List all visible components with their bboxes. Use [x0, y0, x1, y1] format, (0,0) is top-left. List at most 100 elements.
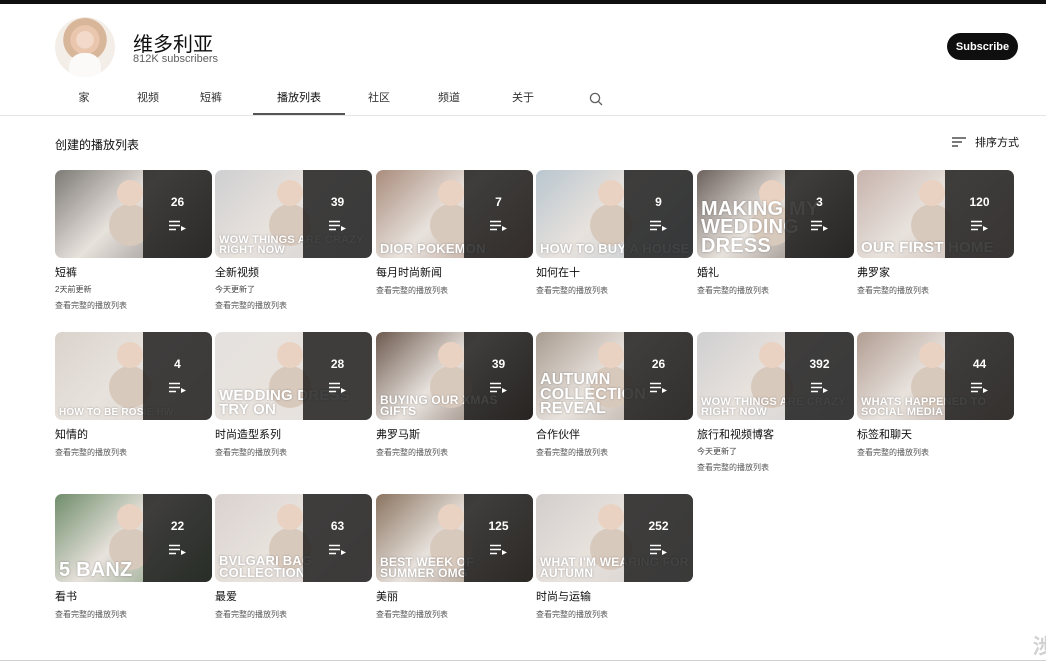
- tab-videos[interactable]: 视频: [113, 84, 183, 115]
- tab-channels[interactable]: 频道: [413, 84, 485, 115]
- thumbnail-person: [438, 180, 464, 206]
- playlist-thumbnail[interactable]: WHATS HAPPENED TO SOCIAL MEDIA 44: [857, 332, 1014, 420]
- playlist-icon: [490, 544, 507, 555]
- playlist-title[interactable]: 短裤: [55, 264, 212, 280]
- playlist-thumbnail[interactable]: BUYING OUR XMAS GIFTS 39: [376, 332, 533, 420]
- playlist-card[interactable]: DIOR POKEMON 7 每月时尚新闻查看完整的播放列表: [376, 170, 533, 296]
- playlist-icon: [490, 220, 507, 231]
- playlist-card[interactable]: BVLGARI BAG COLLECTION 63 最爱查看完整的播放列表: [215, 494, 372, 620]
- playlist-title[interactable]: 合作伙伴: [536, 426, 693, 442]
- playlist-card[interactable]: BEST WEEK OF SUMMER OMG 125 美丽查看完整的播放列表: [376, 494, 533, 620]
- thumbnail-person: [438, 342, 464, 368]
- playlist-title[interactable]: 时尚与运输: [536, 588, 693, 604]
- sort-label: 排序方式: [975, 137, 1019, 149]
- avatar[interactable]: [55, 17, 115, 77]
- playlist-card[interactable]: WHATS HAPPENED TO SOCIAL MEDIA 44 标签和聊天查看完…: [857, 332, 1014, 458]
- playlist-title[interactable]: 美丽: [376, 588, 533, 604]
- view-full-playlist-link[interactable]: 查看完整的播放列表: [55, 447, 212, 458]
- view-full-playlist-link[interactable]: 查看完整的播放列表: [215, 609, 372, 620]
- video-count: 39: [491, 357, 506, 371]
- playlist-card[interactable]: AUTUMN COLLECTION REVEAL 26 合作伙伴查看完整的播放列表: [536, 332, 693, 458]
- thumbnail-person: [598, 504, 624, 530]
- thumbnail-person: [117, 342, 143, 368]
- playlist-icon: [329, 220, 346, 231]
- sort-button[interactable]: 排序方式: [951, 134, 1019, 150]
- thumbnail-person: [598, 342, 624, 368]
- playlist-overlay: [464, 494, 533, 582]
- playlist-card[interactable]: BUYING OUR XMAS GIFTS 39 弗罗马斯查看完整的播放列表: [376, 332, 533, 458]
- playlist-card[interactable]: HOW TO BE ROSIE HW 4 知情的查看完整的播放列表: [55, 332, 212, 458]
- playlist-thumbnail[interactable]: WOW THINGS ARE CRAZY RIGHT NOW 39: [215, 170, 372, 258]
- playlist-title[interactable]: 弗罗家: [857, 264, 1014, 280]
- playlist-title[interactable]: 旅行和视频博客: [697, 426, 854, 442]
- playlist-card[interactable]: WHAT I'M WEARING FOR AUTUMN 252 时尚与运输查看完整的…: [536, 494, 693, 620]
- view-full-playlist-link[interactable]: 查看完整的播放列表: [697, 285, 854, 296]
- thumbnail-person: [117, 504, 143, 530]
- playlist-card[interactable]: HOW TO BUY A HOUSE 9 如何在十查看完整的播放列表: [536, 170, 693, 296]
- playlist-title[interactable]: 最爱: [215, 588, 372, 604]
- playlist-card[interactable]: WOW THINGS ARE CRAZY RIGHT NOW 39 全新视频今天更新…: [215, 170, 372, 311]
- view-full-playlist-link[interactable]: 查看完整的播放列表: [697, 462, 854, 473]
- playlist-card[interactable]: 26 短裤 2天前更新 查看完整的播放列表: [55, 170, 212, 311]
- playlist-icon: [811, 382, 828, 393]
- playlist-updated: 今天更新了: [215, 285, 255, 294]
- view-full-playlist-link[interactable]: 查看完整的播放列表: [857, 285, 1014, 296]
- video-count: 3: [816, 195, 823, 209]
- view-full-playlist-link[interactable]: 查看完整的播放列表: [55, 300, 212, 311]
- playlist-card[interactable]: OUR FIRST HOME 120 弗罗家查看完整的播放列表: [857, 170, 1014, 296]
- playlist-thumbnail[interactable]: WHAT I'M WEARING FOR AUTUMN 252: [536, 494, 693, 582]
- search-tab[interactable]: [561, 84, 631, 115]
- tab-community[interactable]: 社区: [345, 84, 413, 115]
- thumbnail-person: [919, 180, 945, 206]
- playlist-icon: [811, 220, 828, 231]
- playlist-overlay: [624, 170, 693, 258]
- playlist-thumbnail[interactable]: OUR FIRST HOME 120: [857, 170, 1014, 258]
- playlist-title[interactable]: 全新视频: [215, 264, 372, 280]
- playlist-title[interactable]: 时尚造型系列: [215, 426, 372, 442]
- view-full-playlist-link[interactable]: 查看完整的播放列表: [857, 447, 1014, 458]
- video-count: 28: [330, 357, 345, 371]
- video-count: 7: [495, 195, 502, 209]
- view-full-playlist-link[interactable]: 查看完整的播放列表: [376, 285, 533, 296]
- playlist-thumbnail[interactable]: BEST WEEK OF SUMMER OMG 125: [376, 494, 533, 582]
- tab-shorts[interactable]: 短裤: [183, 84, 239, 115]
- playlist-thumbnail[interactable]: 5 BANZ 22: [55, 494, 212, 582]
- playlist-icon: [169, 544, 186, 555]
- tab-playlists[interactable]: 播放列表: [253, 84, 345, 115]
- playlist-thumbnail[interactable]: DIOR POKEMON 7: [376, 170, 533, 258]
- playlist-title[interactable]: 每月时尚新闻: [376, 264, 533, 280]
- view-full-playlist-link[interactable]: 查看完整的播放列表: [215, 300, 372, 311]
- playlist-thumbnail[interactable]: HOW TO BUY A HOUSE 9: [536, 170, 693, 258]
- view-full-playlist-link[interactable]: 查看完整的播放列表: [536, 285, 693, 296]
- playlist-thumbnail[interactable]: WOW THINGS ARE CRAZY RIGHT NOW 392: [697, 332, 854, 420]
- playlist-thumbnail[interactable]: MAKING MY WEDDING DRESS 3: [697, 170, 854, 258]
- playlist-card[interactable]: MAKING MY WEDDING DRESS 3 婚礼查看完整的播放列表: [697, 170, 854, 296]
- thumbnail-person: [277, 504, 303, 530]
- playlist-title[interactable]: 标签和聊天: [857, 426, 1014, 442]
- search-icon: [589, 92, 603, 106]
- view-full-playlist-link[interactable]: 查看完整的播放列表: [536, 447, 693, 458]
- bottom-divider: [0, 660, 1046, 661]
- playlist-thumbnail[interactable]: HOW TO BE ROSIE HW 4: [55, 332, 212, 420]
- playlist-thumbnail[interactable]: WEDDING DRESS TRY ON 28: [215, 332, 372, 420]
- playlist-title[interactable]: 婚礼: [697, 264, 854, 280]
- playlist-title[interactable]: 弗罗马斯: [376, 426, 533, 442]
- view-full-playlist-link[interactable]: 查看完整的播放列表: [376, 447, 533, 458]
- playlist-title[interactable]: 看书: [55, 588, 212, 604]
- playlist-thumbnail[interactable]: AUTUMN COLLECTION REVEAL 26: [536, 332, 693, 420]
- playlist-thumbnail[interactable]: BVLGARI BAG COLLECTION 63: [215, 494, 372, 582]
- tab-about[interactable]: 关于: [485, 84, 561, 115]
- view-full-playlist-link[interactable]: 查看完整的播放列表: [55, 609, 212, 620]
- playlist-card[interactable]: 5 BANZ 22 看书查看完整的播放列表: [55, 494, 212, 620]
- playlist-thumbnail[interactable]: 26: [55, 170, 212, 258]
- view-full-playlist-link[interactable]: 查看完整的播放列表: [536, 609, 693, 620]
- playlist-title[interactable]: 知情的: [55, 426, 212, 442]
- tab-home[interactable]: 家: [55, 84, 113, 115]
- playlist-card[interactable]: WEDDING DRESS TRY ON 28 时尚造型系列查看完整的播放列表: [215, 332, 372, 458]
- playlist-overlay: [624, 332, 693, 420]
- playlist-card[interactable]: WOW THINGS ARE CRAZY RIGHT NOW 392 旅行和视频博客…: [697, 332, 854, 473]
- view-full-playlist-link[interactable]: 查看完整的播放列表: [376, 609, 533, 620]
- playlist-title[interactable]: 如何在十: [536, 264, 693, 280]
- view-full-playlist-link[interactable]: 查看完整的播放列表: [215, 447, 372, 458]
- subscribe-button[interactable]: Subscribe: [947, 33, 1018, 60]
